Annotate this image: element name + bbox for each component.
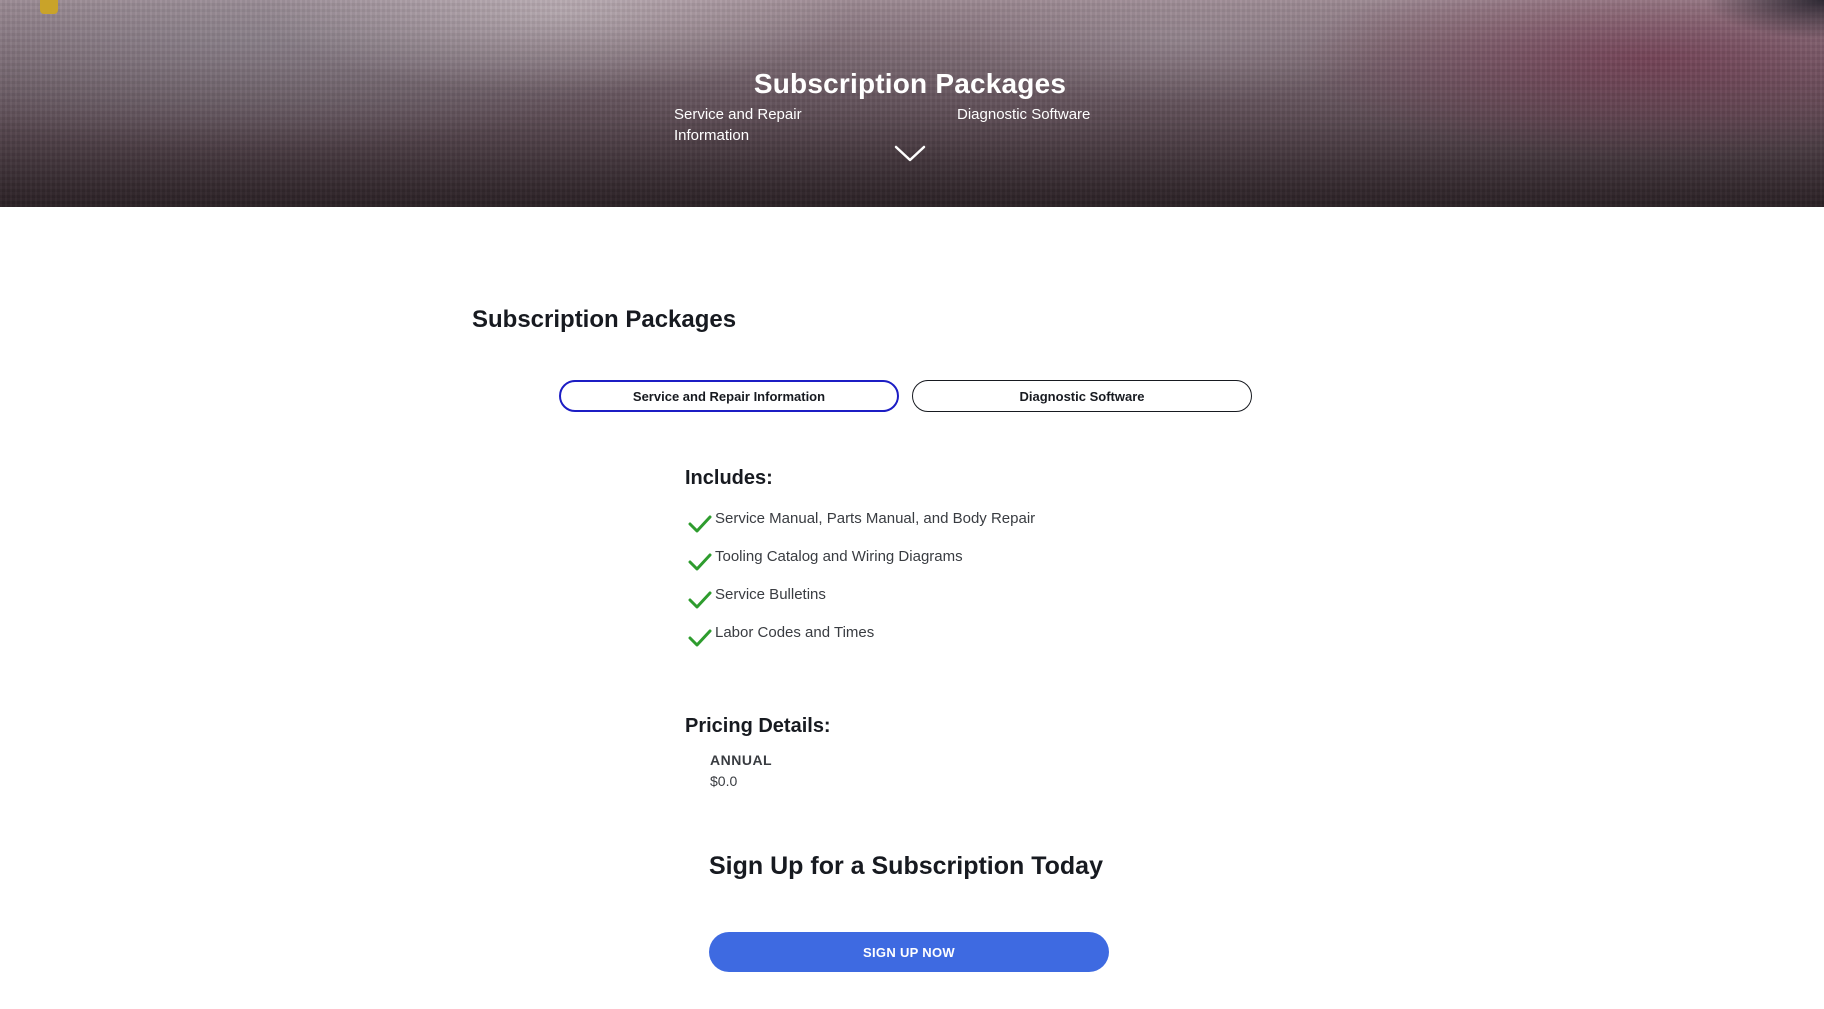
includes-heading: Includes: (685, 467, 773, 489)
list-item: Labor Codes and Times (688, 624, 1035, 662)
sign-up-button[interactable]: SIGN UP NOW (709, 932, 1109, 972)
hero-background-corner (1704, 0, 1824, 40)
check-icon (688, 591, 712, 609)
check-icon (688, 553, 712, 571)
list-item-label: Tooling Catalog and Wiring Diagrams (715, 548, 963, 565)
signup-heading: Sign Up for a Subscription Today (709, 852, 1103, 880)
hero-link-diagnostic-software[interactable]: Diagnostic Software (957, 104, 1137, 125)
tab-label: Diagnostic Software (1019, 388, 1145, 404)
hero-banner: Subscription Packages Service and Repair… (0, 0, 1824, 207)
list-item-label: Service Manual, Parts Manual, and Body R… (715, 510, 1036, 527)
check-icon (688, 629, 712, 647)
tab-diagnostic-software[interactable]: Diagnostic Software (912, 380, 1252, 412)
list-item: Service Bulletins (688, 586, 1035, 624)
section-title: Subscription Packages (472, 306, 737, 333)
list-item: Service Manual, Parts Manual, and Body R… (688, 510, 1035, 548)
pricing-heading: Pricing Details: (685, 715, 831, 737)
tab-label: Service and Repair Information (632, 388, 826, 404)
chevron-down-icon[interactable] (894, 145, 926, 163)
list-item: Tooling Catalog and Wiring Diagrams (688, 548, 1035, 586)
hero-background-shade (0, 0, 1824, 207)
list-item-label: Labor Codes and Times (715, 624, 875, 641)
tab-service-repair-information[interactable]: Service and Repair Information (559, 380, 899, 412)
plan-price: $0.0 (710, 773, 738, 789)
plan-name: ANNUAL (710, 752, 773, 768)
list-item-label: Service Bulletins (715, 586, 826, 603)
includes-list: Service Manual, Parts Manual, and Body R… (688, 510, 1035, 662)
check-icon (688, 515, 712, 533)
hero-background-post (40, 0, 58, 14)
hero-link-service-repair[interactable]: Service and Repair Information (674, 104, 844, 146)
hero-title: Subscription Packages (753, 68, 1067, 99)
